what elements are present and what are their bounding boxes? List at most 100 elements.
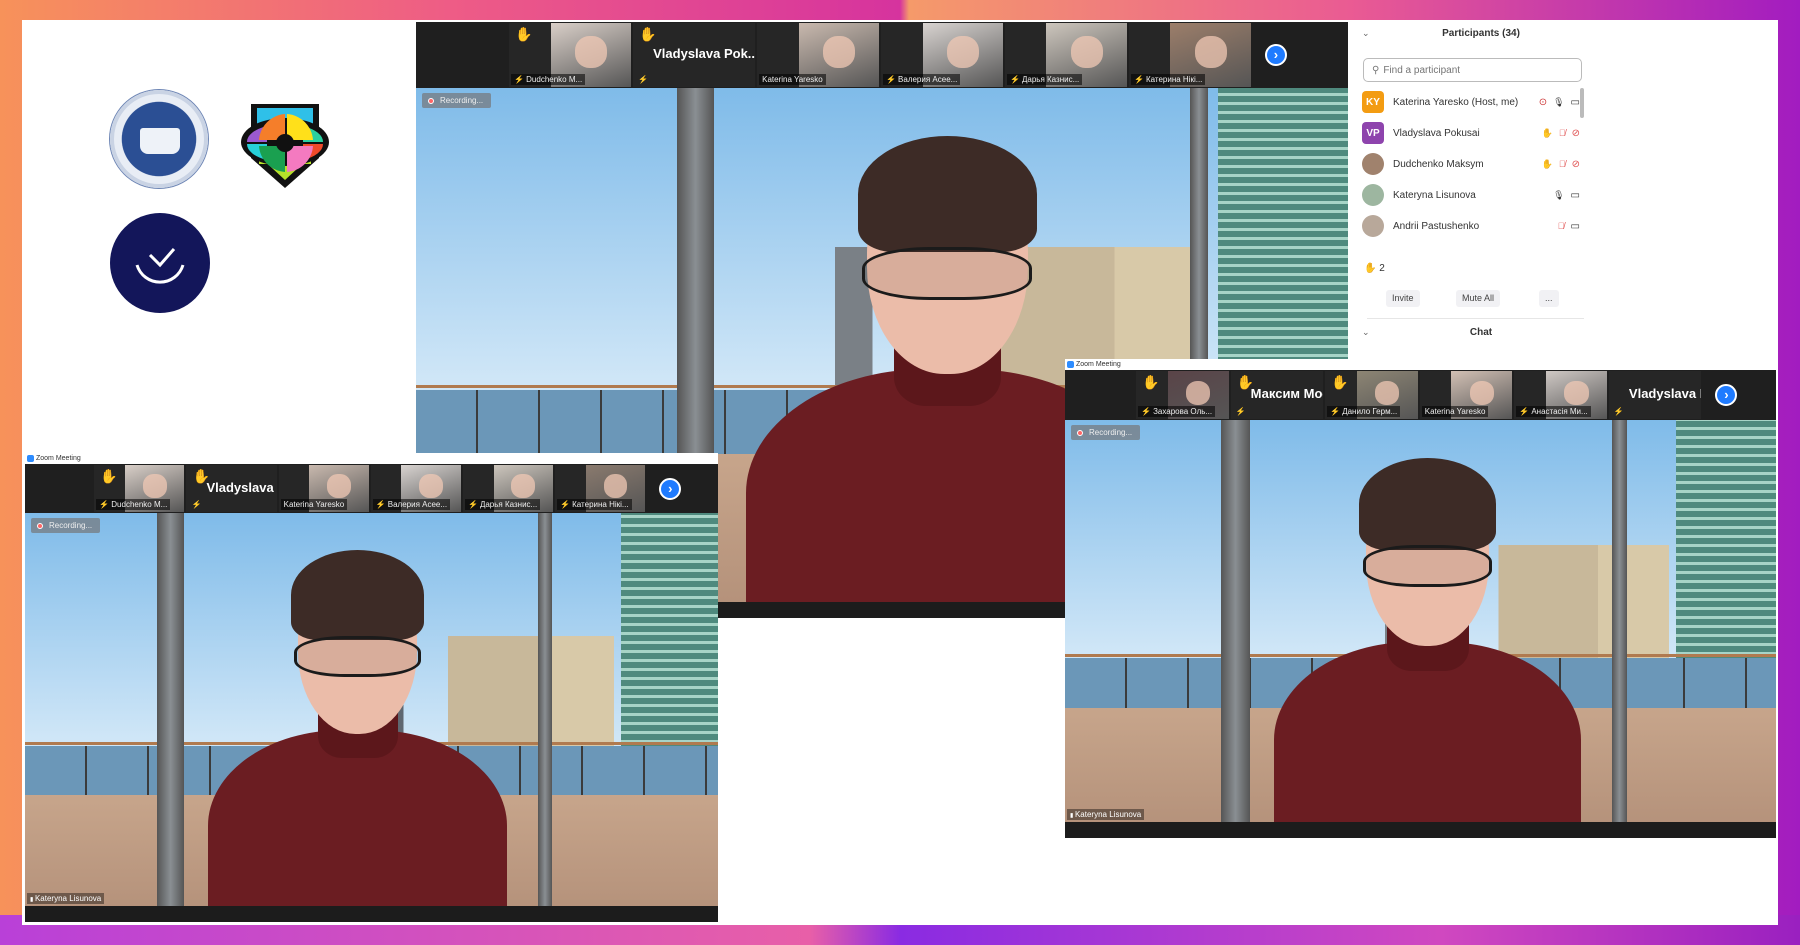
microphone-icon[interactable]: 🎙 (1553, 97, 1564, 108)
participant-name: Dudchenko Maksym (1393, 158, 1484, 170)
speaker-person (1257, 420, 1598, 838)
mic-muted-icon: ⚡ (1330, 407, 1341, 416)
participant-search-input[interactable] (1383, 64, 1564, 76)
camera-icon[interactable]: ▭ (1571, 190, 1580, 201)
participant-tile[interactable]: ⚡ Катерина Нікі... (1128, 23, 1251, 87)
participant-tile[interactable]: Katerina Yaresko (278, 465, 369, 512)
participant-tile[interactable]: Katerina Yaresko (757, 23, 880, 87)
zoom-logo-icon (1067, 361, 1074, 368)
camera-icon[interactable]: ▭ (1571, 97, 1580, 108)
participant-label: ⚡ Катерина Нікі... (557, 499, 632, 510)
participant-tile[interactable]: Vladyslava Pok...✋⚡ (633, 23, 756, 87)
participant-label-name: Дарья Казнис... (479, 500, 538, 509)
mic-muted-icon: ⚡ (638, 75, 649, 84)
camera-icon[interactable]: ▭ (1571, 221, 1580, 232)
next-page-button[interactable]: › (1264, 44, 1287, 66)
recording-label: Recording... (440, 96, 484, 105)
raised-hand-icon: ✋ (515, 26, 533, 42)
participant-label: ⚡ (635, 74, 651, 85)
person-glasses (862, 247, 1033, 300)
camera-off-icon[interactable]: ⊘ (1572, 159, 1580, 170)
participant-row[interactable]: VP Vladyslava Pokusai ✋ 🎙̸ ⊘ (1362, 119, 1580, 147)
more-options-button[interactable]: ... (1539, 290, 1559, 307)
recording-indicator[interactable]: Recording... (422, 93, 492, 108)
recording-dot-icon (1077, 429, 1083, 436)
participant-tile[interactable]: ✋ ⚡ Dudchenko M... (509, 23, 632, 87)
colorful-shield-logo (237, 98, 333, 194)
zoom-meeting-window: Zoom Meeting✋⚡Dudchenko M...Vladyslava P… (25, 453, 718, 922)
participant-label: ⚡ Дарья Казнис... (464, 499, 541, 510)
mic-muted-icon: ⚡ (1613, 407, 1624, 416)
university-seal-logo (110, 90, 208, 188)
participants-title: Participants (34) (1442, 28, 1520, 39)
mute-all-button[interactable]: Mute All (1456, 290, 1501, 307)
participant-status-icons: 🎙 ▭ (1553, 190, 1580, 201)
participant-name-display: Vladyslava Pok... (206, 479, 276, 495)
next-page-button[interactable]: › (1715, 384, 1738, 406)
participant-list-scrollbar[interactable] (1580, 88, 1584, 118)
zoom-logo-icon (27, 455, 34, 462)
participant-status-icons: 🎙̸ ▭ (1558, 221, 1580, 232)
raised-hand-icon: ✋ (1541, 127, 1553, 138)
participant-tile[interactable]: ⚡ Валерия Асее... (370, 465, 461, 512)
participant-tile[interactable]: ✋ ⚡ Dudchenko M... (94, 465, 185, 512)
participant-label: ⚡ Данило Герм... (1327, 406, 1401, 417)
participant-row[interactable]: Andrii Pastushenko 🎙̸ ▭ (1362, 212, 1580, 240)
participants-panel: ⌄ Participants (34) ⚲ KYKaterina Yaresko… (1350, 20, 1592, 345)
person-torso (1274, 641, 1582, 838)
microphone-icon[interactable]: 🎙 (1553, 190, 1564, 201)
participant-thumbnail-strip: ✋⚡Dudchenko M...Vladyslava Pok...✋⚡Kater… (25, 464, 718, 513)
glass-building (1676, 420, 1776, 680)
raised-hand-icon: ✋ (1541, 158, 1553, 169)
window-frame (156, 513, 185, 922)
participant-tile[interactable]: ⚡ Дарья Казнис... (1005, 23, 1127, 87)
camera-off-icon[interactable]: ⊘ (1572, 128, 1580, 139)
participant-search[interactable]: ⚲ (1363, 58, 1582, 82)
participant-name-display: Vladyslava Pok... (1628, 386, 1702, 401)
participant-label: ⚡ Дарья Казнис... (1007, 74, 1083, 85)
participant-tile[interactable]: ⚡ Валерия Асее... (881, 23, 1004, 87)
participant-tile[interactable]: ⚡ Катерина Нікі... (555, 465, 646, 512)
participant-tile[interactable]: ✋ ⚡ Данило Герм... (1325, 371, 1418, 419)
participant-label: ⚡ Катерина Нікі... (1130, 74, 1206, 85)
participant-name-display: Vladyslava Pok... (653, 46, 756, 61)
next-page-button[interactable]: › (659, 477, 682, 500)
active-speaker-video: Recording... ▮ Kateryna Lisunova (25, 513, 718, 922)
mic-muted-icon[interactable]: 🎙̸ (1559, 128, 1566, 138)
person-hair (291, 549, 425, 640)
chat-title: Chat (1469, 327, 1493, 338)
participant-status-icons: ✋ 🎙̸ ⊘ (1542, 159, 1580, 170)
window-title: Zoom Meeting (1076, 361, 1121, 368)
invite-button[interactable]: Invite (1386, 290, 1420, 307)
participant-tile[interactable]: ⚡ Дарья Казнис... (462, 465, 554, 512)
mic-muted-icon[interactable]: 🎙̸ (1559, 159, 1566, 169)
participant-tile[interactable]: ✋ ⚡ Захарова Оль... (1136, 371, 1229, 419)
recording-dot-icon (37, 522, 43, 529)
person-hair (857, 135, 1037, 253)
recording-indicator[interactable]: Recording... (31, 518, 101, 533)
recording-indicator[interactable]: Recording... (1071, 425, 1141, 440)
participant-tile[interactable]: Максим Мосен...✋ ⚡ (1230, 371, 1324, 419)
raised-hand-icon: ✋ (1331, 374, 1349, 390)
participant-row[interactable]: Kateryna Lisunova 🎙 ▭ (1362, 181, 1580, 209)
participant-tile[interactable]: Vladyslava Pok...✋⚡ (186, 465, 277, 512)
mic-muted-icon[interactable]: 🎙̸ (1558, 221, 1565, 231)
mic-muted-icon: ⚡ (560, 500, 571, 509)
participant-row[interactable]: KY Katerina Yaresko (Host, me) ⊙ 🎙 ▭ (1362, 88, 1580, 116)
divider (1367, 318, 1584, 319)
participant-label-name: Катерина Нікі... (572, 500, 629, 509)
participant-status-icons: ✋ 🎙̸ ⊘ (1542, 128, 1580, 139)
participant-tile[interactable]: ⚡ Анастасія Ми... (1514, 371, 1607, 419)
raised-hand-icon: ✋ (1142, 374, 1160, 390)
mic-muted-icon: ⚡ (1235, 407, 1246, 416)
participant-thumbnail-strip: ✋⚡Захарова Оль...Максим Мосен...✋⚡ ✋ ⚡Дани… (1065, 370, 1776, 420)
participant-label: ⚡ Dudchenko M... (511, 74, 586, 85)
active-speaker-video: Recording... ▮ Kateryna Lisunova (1065, 420, 1776, 838)
speaker-name-label: ▮ Kateryna Lisunova (1067, 809, 1145, 820)
participant-tile[interactable]: Katerina Yaresko (1419, 371, 1513, 419)
participant-tile[interactable]: Vladyslava Pok... ⚡ (1608, 371, 1702, 419)
mic-muted-icon: ⚡ (1519, 407, 1530, 416)
participant-label-name: Дарья Казнис... (1021, 75, 1080, 84)
participant-row[interactable]: Dudchenko Maksym ✋ 🎙̸ ⊘ (1362, 150, 1580, 178)
participant-list: KY Katerina Yaresko (Host, me) ⊙ 🎙 ▭ VP Vladys… (1350, 83, 1592, 251)
